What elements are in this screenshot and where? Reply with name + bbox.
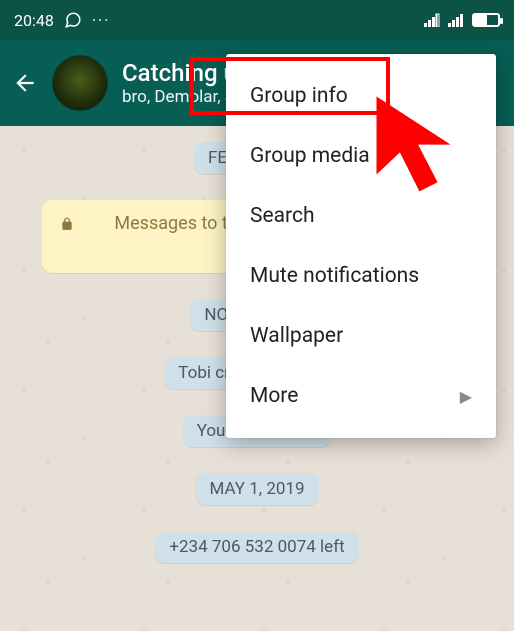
menu-item-wallpaper[interactable]: Wallpaper (226, 306, 496, 366)
annotation-highlight (190, 57, 390, 115)
system-message: +234 706 532 0074 left (155, 531, 358, 563)
signal-icon-2 (448, 13, 464, 27)
menu-label: Mute notifications (250, 264, 419, 288)
lock-icon (60, 216, 74, 232)
avatar[interactable] (52, 55, 108, 111)
annotation-cursor-icon (370, 90, 500, 220)
signal-icon-1 (424, 13, 440, 27)
chat-bubble-icon (64, 11, 82, 29)
menu-item-mute-notifications[interactable]: Mute notifications (226, 246, 496, 306)
menu-label: More (250, 384, 298, 408)
status-left: 20:48 ··· (14, 11, 110, 30)
date-pill: MAY 1, 2019 (195, 473, 318, 505)
menu-item-more[interactable]: More ▶ (226, 366, 496, 426)
chevron-right-icon: ▶ (460, 387, 472, 406)
status-bar: 20:48 ··· (0, 0, 514, 40)
battery-icon (472, 13, 500, 27)
status-dots: ··· (92, 11, 111, 30)
status-time: 20:48 (14, 11, 54, 30)
status-right (424, 13, 500, 27)
menu-label: Wallpaper (250, 324, 343, 348)
back-icon[interactable] (12, 70, 38, 96)
menu-label: Search (250, 204, 315, 228)
menu-label: Group media (250, 144, 370, 168)
